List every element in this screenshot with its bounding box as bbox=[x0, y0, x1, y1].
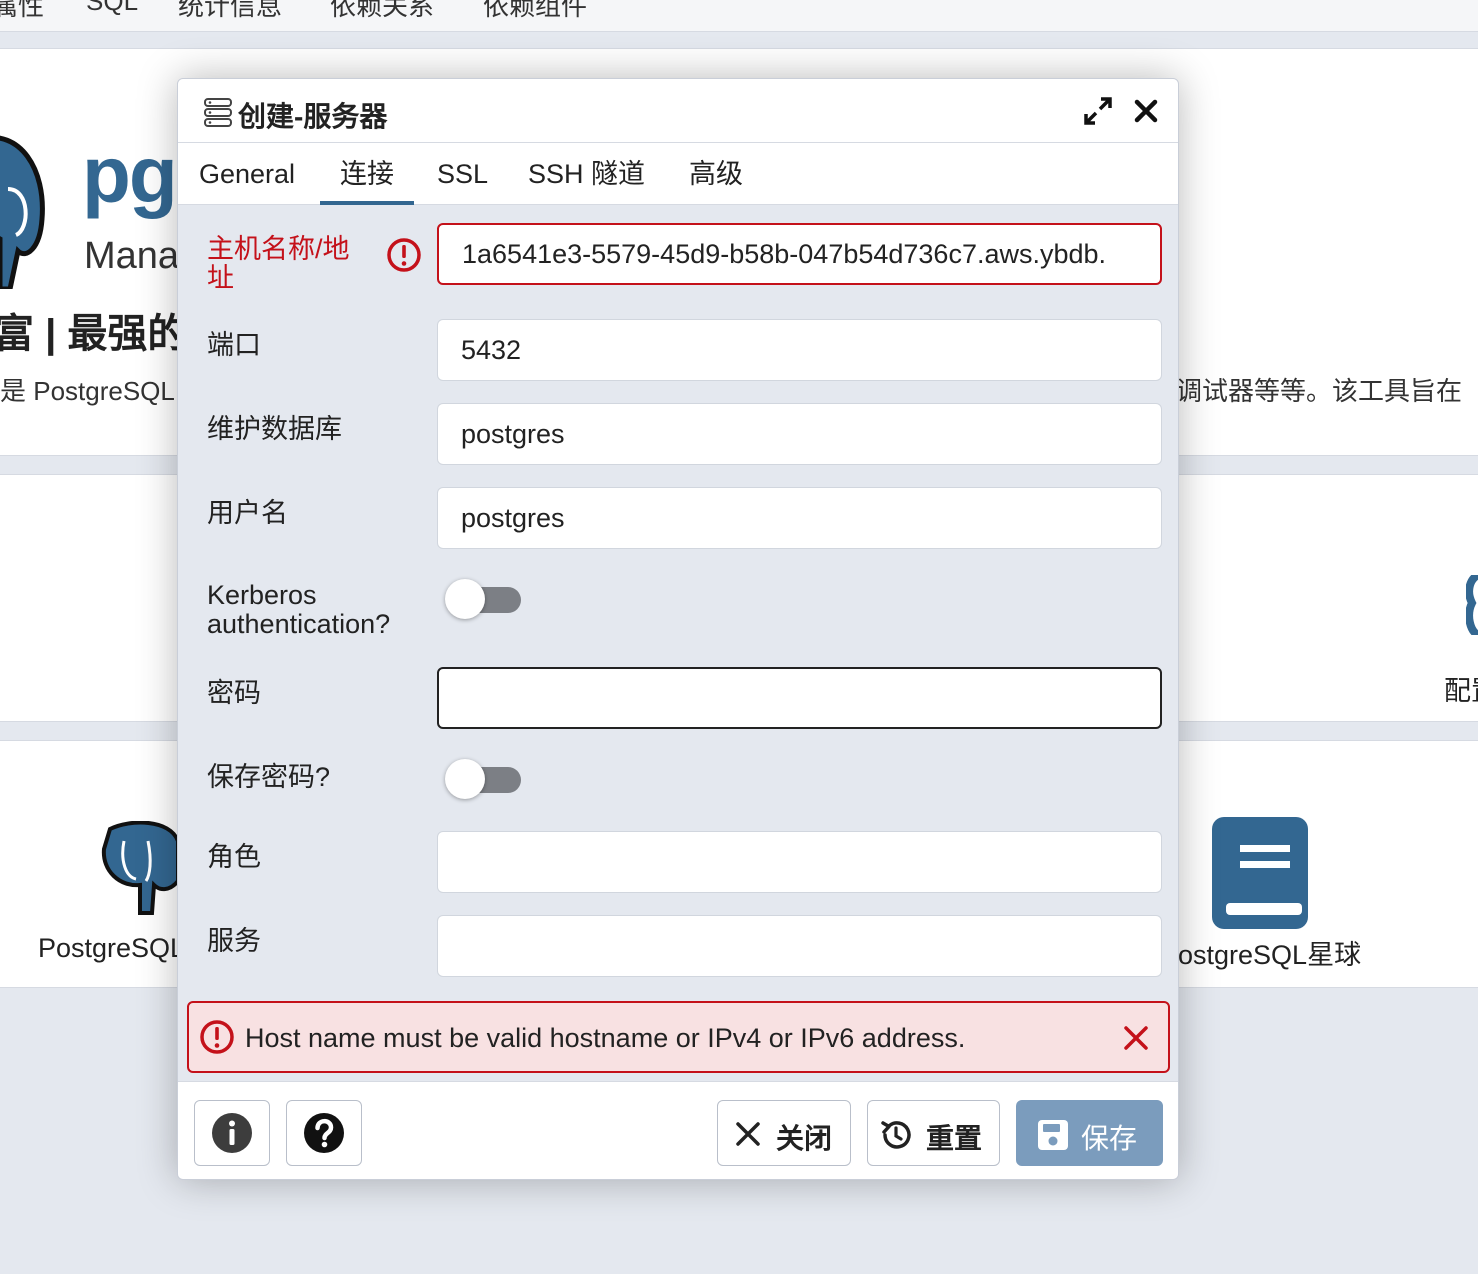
port-label: 端口 bbox=[207, 330, 261, 360]
role-label: 角色 bbox=[207, 842, 261, 872]
dismiss-alert-icon[interactable] bbox=[1121, 1023, 1151, 1053]
tab-advanced[interactable]: 高级 bbox=[669, 143, 763, 205]
tab-ssh-tunnel[interactable]: SSH 隧道 bbox=[508, 143, 665, 205]
kerberos-label-line1: Kerberos bbox=[207, 580, 317, 610]
error-icon bbox=[387, 238, 421, 272]
card-label-postgresql[interactable]: PostgreSQL bbox=[38, 933, 185, 964]
reset-button-label: 重置 bbox=[926, 1123, 983, 1154]
dialog-header[interactable]: 创建-服务器 bbox=[178, 79, 1178, 143]
help-icon bbox=[304, 1113, 344, 1153]
bg-tab[interactable]: 属性 bbox=[0, 0, 44, 23]
error-icon bbox=[200, 1020, 234, 1054]
close-icon[interactable] bbox=[1130, 95, 1162, 127]
password-label: 密码 bbox=[207, 678, 261, 708]
username-label: 用户名 bbox=[207, 498, 288, 528]
card-label-planet[interactable]: ostgreSQL星球 bbox=[1178, 933, 1361, 972]
logo-text: pg bbox=[82, 130, 178, 219]
kerberos-label: Kerberos authentication? bbox=[207, 581, 390, 639]
tab-connection[interactable]: 连接 bbox=[320, 143, 414, 205]
info-icon bbox=[212, 1113, 252, 1153]
partial-icon bbox=[1466, 575, 1478, 635]
bg-tab[interactable]: 依赖关系 bbox=[330, 0, 434, 23]
expand-icon[interactable] bbox=[1082, 95, 1114, 127]
kerberos-toggle[interactable] bbox=[445, 579, 523, 619]
bg-tab[interactable]: SQL bbox=[86, 0, 138, 17]
host-label-line2: 址 bbox=[207, 263, 234, 293]
book-icon bbox=[1212, 817, 1308, 929]
dialog-title: 创建-服务器 bbox=[238, 101, 388, 132]
description-right: 调试器等等。该工具旨在 bbox=[1176, 376, 1463, 406]
description-left: 是 PostgreSQL bbox=[0, 376, 175, 406]
service-label: 服务 bbox=[207, 926, 261, 956]
bg-tab[interactable]: 依赖组件 bbox=[483, 0, 587, 23]
card-label-config: 配置 bbox=[1444, 676, 1478, 706]
maintenance-db-input[interactable] bbox=[437, 403, 1162, 465]
save-button-label: 保存 bbox=[1081, 1123, 1138, 1154]
error-message: Host name must be valid hostname or IPv4… bbox=[245, 1023, 966, 1053]
dialog-tabs: General 连接 SSL SSH 隧道 高级 bbox=[178, 143, 1178, 205]
close-button[interactable]: 关闭 bbox=[717, 1100, 851, 1166]
service-input[interactable] bbox=[437, 915, 1162, 977]
port-input[interactable] bbox=[437, 319, 1162, 381]
save-password-label: 保存密码? bbox=[207, 762, 331, 792]
info-button[interactable] bbox=[194, 1100, 270, 1166]
create-server-dialog: 创建-服务器 General 连接 SSL SSH 隧道 高级 主机名称/地 址… bbox=[177, 78, 1179, 1180]
reset-button[interactable]: 重置 bbox=[867, 1100, 1000, 1166]
close-button-label: 关闭 bbox=[776, 1123, 833, 1154]
tagline: 富 | 最强的 bbox=[0, 312, 188, 356]
x-icon bbox=[736, 1122, 760, 1146]
toggle-knob bbox=[445, 759, 485, 799]
dialog-footer: 关闭 重置 保存 bbox=[178, 1081, 1178, 1179]
role-input[interactable] bbox=[437, 831, 1162, 893]
save-button[interactable]: 保存 bbox=[1016, 1100, 1163, 1166]
save-icon bbox=[1038, 1120, 1068, 1150]
background-tab-bar: 属性 SQL 统计信息 依赖关系 依赖组件 bbox=[0, 0, 1478, 32]
tab-general[interactable]: General bbox=[179, 143, 315, 205]
reset-icon bbox=[881, 1121, 911, 1149]
elephant-icon bbox=[0, 135, 45, 289]
server-icon bbox=[204, 98, 232, 127]
logo-subtext: Mana bbox=[84, 235, 180, 277]
toggle-knob bbox=[445, 579, 485, 619]
elephant-icon bbox=[101, 821, 180, 915]
host-label: 主机名称/地 址 bbox=[207, 235, 350, 293]
kerberos-label-line2: authentication? bbox=[207, 609, 391, 639]
save-password-toggle[interactable] bbox=[445, 759, 523, 799]
error-alert: Host name must be valid hostname or IPv4… bbox=[187, 1001, 1170, 1073]
maintenance-db-label: 维护数据库 bbox=[207, 414, 342, 444]
password-input[interactable] bbox=[437, 667, 1162, 729]
tab-ssl[interactable]: SSL bbox=[417, 143, 508, 205]
host-label-line1: 主机名称/地 bbox=[207, 234, 350, 264]
username-input[interactable] bbox=[437, 487, 1162, 549]
help-button[interactable] bbox=[286, 1100, 362, 1166]
bg-tab[interactable]: 统计信息 bbox=[178, 0, 282, 23]
host-input[interactable] bbox=[437, 223, 1162, 285]
